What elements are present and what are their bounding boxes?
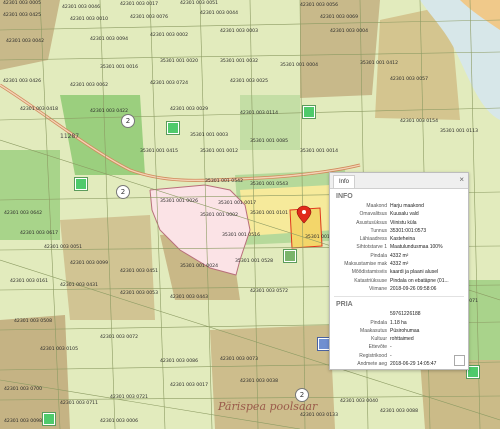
row-key: Katastriüksuse <box>354 277 387 284</box>
info-row: Pindala 4332 m² <box>330 252 468 260</box>
field-marker-icon[interactable] <box>303 106 315 118</box>
row-value: 1.18 ha <box>390 319 407 326</box>
pria-table: 59761226188 Pindala 1.18 ha Maakasutus Püsir… <box>330 310 468 368</box>
road-number-label: 11287 <box>60 133 80 140</box>
info-row: Viimane 2018-09-26 09:58:06 <box>330 285 468 293</box>
field-marker-icon[interactable] <box>43 413 55 425</box>
info-row: Katastriüksuse Pindala on ebatäpne (01... <box>330 277 468 285</box>
pria-row: Andmete aeg 2018-06-29 14:05:47 <box>330 360 468 368</box>
pria-row: Kultuur rohttaimed <box>330 335 468 343</box>
pria-row: Ettevõte - <box>330 343 468 351</box>
row-value: 35301:001:0573 <box>390 227 427 234</box>
field-marker-icon[interactable] <box>75 178 87 190</box>
cluster-marker[interactable]: 2 <box>295 388 309 402</box>
row-key: Maakasutus <box>360 327 387 334</box>
info-row: Sihtotstarve 1 Maatulundusmaa 100% <box>330 243 468 251</box>
row-key: Maksustamise mak <box>344 261 387 268</box>
row-value: Viinistu küla <box>390 219 417 226</box>
row-value: 4332 m² <box>390 261 409 268</box>
row-value: rohttaimed <box>390 336 414 343</box>
row-value: 59761226188 <box>390 311 421 318</box>
info-table: Maakond Harju maakond Omavalitsus Kuusalu v… <box>330 202 468 293</box>
row-value: Pindala on ebatäpne (01... <box>390 277 449 284</box>
info-row: Omavalitsus Kuusalu vald <box>330 210 468 218</box>
row-key: Pindala <box>370 252 387 259</box>
info-section-title: INFO <box>336 193 353 200</box>
row-key: Andmete aeg <box>357 361 387 368</box>
info-row: Mõõdistamisviis kaardi ja plaani alusel <box>330 268 468 276</box>
info-row: Lähiaadress Kasteheina <box>330 235 468 243</box>
row-value: Kasteheina <box>390 236 416 243</box>
popup-tab-bar: Info × <box>330 173 468 189</box>
row-key <box>330 310 390 318</box>
parcel-info-popup: Info × INFO Maakond Harju maakond Omavalit… <box>329 172 469 370</box>
row-value: - <box>390 344 392 351</box>
cluster-marker[interactable]: 2 <box>116 185 130 199</box>
info-row: Maksustamise mak 4332 m² <box>330 260 468 268</box>
map-canvas[interactable]: 42301 003 0005 42301 003 0046 42301 003 00… <box>0 0 500 429</box>
row-value: 2018-09-26 09:58:06 <box>390 285 437 292</box>
row-key: Maakond <box>366 203 387 209</box>
row-key: Sihtotstarve 1 <box>356 244 387 251</box>
field-marker-icon[interactable] <box>167 122 179 134</box>
row-value: Kuusalu vald <box>390 211 419 218</box>
info-row: Maakond Harju maakond <box>330 202 468 210</box>
pria-row: Pindala 1.18 ha <box>330 319 468 327</box>
cluster-marker[interactable]: 2 <box>121 114 135 128</box>
row-key: Ettevõte <box>368 344 387 351</box>
field-marker-icon[interactable] <box>284 250 296 262</box>
row-key: Pindala <box>370 319 387 326</box>
pria-section-title: PRIA <box>336 301 353 309</box>
row-value: kaardi ja plaani alusel <box>390 269 439 276</box>
info-row: Asustusüksus Viinistu küla <box>330 219 468 227</box>
info-row: Tunnus 35301:001:0573 <box>330 227 468 235</box>
row-value: Püsirohumaa <box>390 327 420 334</box>
row-key: Omavalitsus <box>359 211 387 218</box>
close-icon[interactable]: × <box>459 175 464 185</box>
pria-row: 59761226188 <box>330 310 468 318</box>
pin-popup-icon[interactable] <box>454 355 465 366</box>
section-divider <box>334 296 464 298</box>
row-key: Lähiaadress <box>359 236 387 243</box>
pria-row: Registrikood - <box>330 352 468 360</box>
tab-info[interactable]: Info <box>333 175 356 188</box>
row-key: Mõõdistamisviis <box>351 269 387 276</box>
row-value: Maatulundusmaa 100% <box>390 244 443 251</box>
row-key: Asustusüksus <box>356 219 387 226</box>
row-key: Registrikood <box>359 352 387 359</box>
row-key: Tunnus <box>370 227 388 234</box>
row-value: Harju maakond <box>390 203 424 209</box>
row-key: Viimane <box>369 285 387 292</box>
row-key: Kultuur <box>371 336 387 343</box>
row-value: 4332 m² <box>390 252 409 259</box>
pria-row: Maakasutus Püsirohumaa <box>330 327 468 335</box>
